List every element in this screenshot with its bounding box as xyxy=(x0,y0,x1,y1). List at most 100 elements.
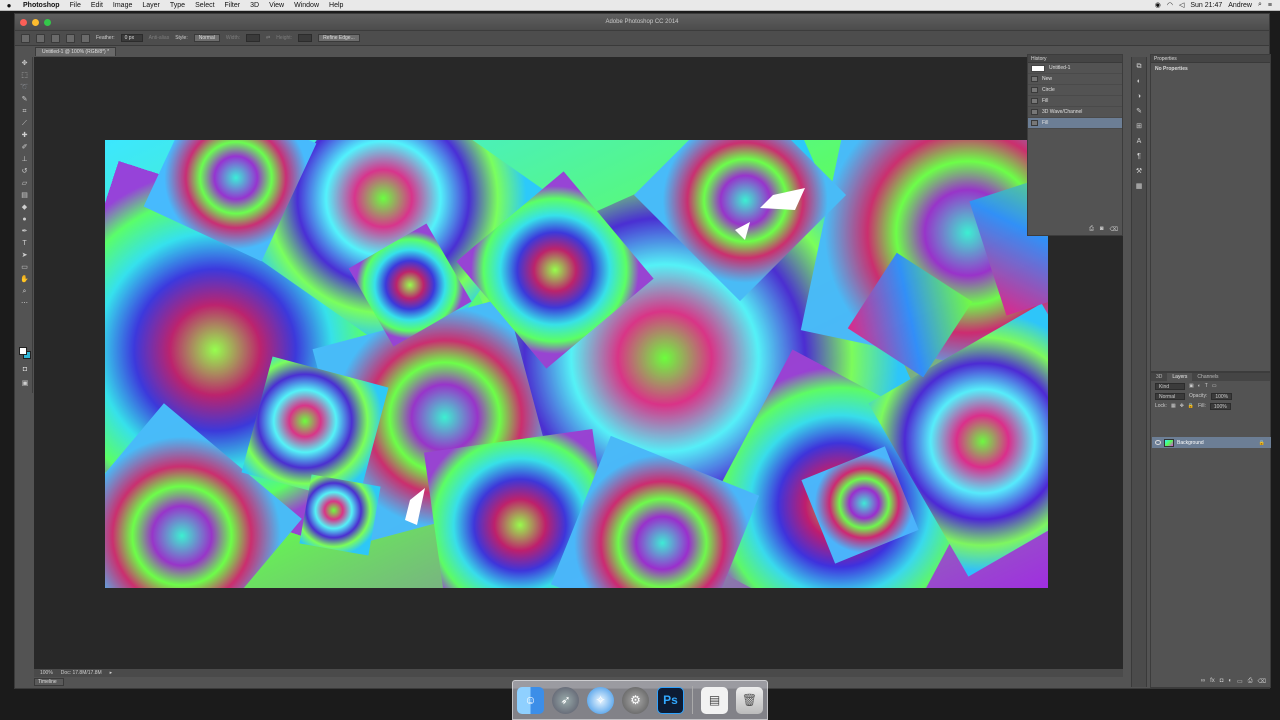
layer-mask-icon[interactable]: ◘ xyxy=(1220,678,1224,685)
swap-icon[interactable]: ⇄ xyxy=(266,35,270,41)
lock-all-icon[interactable]: 🔒 xyxy=(1188,403,1194,409)
finder-icon[interactable]: ☺ xyxy=(517,686,544,714)
wifi-icon[interactable]: ◠ xyxy=(1167,1,1173,9)
menu-filter[interactable]: Filter xyxy=(220,2,246,9)
system-preferences-icon[interactable]: ⚙ xyxy=(622,686,649,714)
doc-size[interactable]: Doc: 17.8M/17.8M xyxy=(61,670,102,676)
more-tools-icon[interactable]: ⋯ xyxy=(20,299,30,309)
document-tab[interactable]: Untitled-1 @ 100% (RGB/8*) * xyxy=(35,47,117,56)
spotlight-icon[interactable]: ⌕ xyxy=(1258,1,1262,9)
user-name[interactable]: Andrew xyxy=(1228,2,1252,9)
history-item[interactable]: 3D Wave/Channel xyxy=(1028,107,1122,118)
zoom-level[interactable]: 100% xyxy=(40,670,53,676)
trash-icon[interactable]: 🗑 xyxy=(736,686,763,714)
history-snapshot[interactable]: Untitled-1 xyxy=(1028,63,1122,74)
apple-menu-icon[interactable]: ● xyxy=(0,1,18,10)
adjustment-layer-icon[interactable]: ◐ xyxy=(1228,678,1232,685)
new-layer-icon[interactable]: ⎙ xyxy=(1248,678,1253,685)
safari-icon[interactable]: ✧ xyxy=(587,686,614,714)
quick-select-tool-icon[interactable]: ✎ xyxy=(20,95,30,105)
properties-panel-title[interactable]: Properties xyxy=(1151,55,1270,63)
history-item[interactable]: Circle xyxy=(1028,85,1122,96)
menu-type[interactable]: Type xyxy=(165,2,190,9)
height-input[interactable] xyxy=(298,34,313,42)
menu-edit[interactable]: Edit xyxy=(86,2,108,9)
eyedropper-tool-icon[interactable]: ⟋ xyxy=(20,119,30,129)
brush-tool-icon[interactable]: ✐ xyxy=(20,143,30,153)
new-selection-button[interactable] xyxy=(36,33,45,43)
tab-3d[interactable]: 3D xyxy=(1151,373,1167,381)
shape-tool-icon[interactable]: ▭ xyxy=(20,263,30,273)
gradient-tool-icon[interactable]: ▤ xyxy=(20,191,30,201)
blur-tool-icon[interactable]: ◆ xyxy=(20,203,30,213)
eraser-tool-icon[interactable]: ▱ xyxy=(20,179,30,189)
healing-tool-icon[interactable]: ✚ xyxy=(20,131,30,141)
history-item-selected[interactable]: Fill xyxy=(1028,118,1122,129)
clone-source-icon[interactable]: ⊞ xyxy=(1134,122,1144,132)
notification-center-icon[interactable]: ≡ xyxy=(1268,2,1272,9)
lock-position-icon[interactable]: ✥ xyxy=(1180,403,1184,409)
anti-alias-checkbox[interactable]: Anti-alias xyxy=(149,35,170,41)
camera-snapshot-icon[interactable]: ◙ xyxy=(1100,226,1104,233)
stamp-tool-icon[interactable]: ⊥ xyxy=(20,155,30,165)
history-panel-icon[interactable]: ⧉ xyxy=(1134,62,1144,72)
canvas-area[interactable] xyxy=(34,57,1123,669)
marquee-tool-icon[interactable]: ⬚ xyxy=(20,71,30,81)
layer-kind-select[interactable]: Kind xyxy=(1155,382,1185,390)
menu-help[interactable]: Help xyxy=(324,2,348,9)
filter-pixel-icon[interactable]: ▣ xyxy=(1189,383,1194,389)
history-item[interactable]: Fill xyxy=(1028,96,1122,107)
trash-icon[interactable]: ⌫ xyxy=(1110,226,1118,233)
subtract-selection-button[interactable] xyxy=(66,33,75,43)
menu-file[interactable]: File xyxy=(65,2,86,9)
brush-panel-icon[interactable]: ✎ xyxy=(1134,107,1144,117)
eye-visibility-icon[interactable] xyxy=(1155,440,1161,445)
color-panel-icon[interactable]: ◐ xyxy=(1134,77,1144,87)
link-layers-icon[interactable]: ∞ xyxy=(1201,678,1205,685)
fill-input[interactable]: 100% xyxy=(1209,402,1231,410)
history-brush-tool-icon[interactable]: ↺ xyxy=(20,167,30,177)
crop-tool-icon[interactable]: ⌗ xyxy=(20,107,30,117)
clock[interactable]: Sun 21:47 xyxy=(1190,2,1222,9)
layer-row-background[interactable]: Background 🔒 xyxy=(1152,437,1271,448)
status-arrow-icon[interactable]: ▸ xyxy=(110,670,113,676)
adjustments-icon[interactable]: ◑ xyxy=(1134,92,1144,102)
layer-style-icon[interactable]: fx xyxy=(1210,678,1215,685)
new-document-icon[interactable]: ⎙ xyxy=(1089,226,1094,233)
menu-window[interactable]: Window xyxy=(289,2,324,9)
menu-image[interactable]: Image xyxy=(108,2,137,9)
tool-presets-icon[interactable]: ⚒ xyxy=(1134,167,1144,177)
add-selection-button[interactable] xyxy=(51,33,60,43)
lock-pixels-icon[interactable]: ▦ xyxy=(1171,403,1176,409)
launchpad-icon[interactable]: ➶ xyxy=(552,686,579,714)
layer-name[interactable]: Background xyxy=(1177,440,1204,446)
group-icon[interactable]: ▭ xyxy=(1237,678,1243,685)
menu-layer[interactable]: Layer xyxy=(137,2,165,9)
style-select[interactable]: Normal xyxy=(193,34,220,42)
menu-select[interactable]: Select xyxy=(190,2,219,9)
hand-tool-icon[interactable]: ✋ xyxy=(20,275,30,285)
filter-shape-icon[interactable]: ▭ xyxy=(1212,383,1217,389)
menu-app-photoshop[interactable]: Photoshop xyxy=(18,2,65,9)
history-item[interactable]: New xyxy=(1028,74,1122,85)
filter-adjust-icon[interactable]: ◐ xyxy=(1198,383,1201,389)
zoom-tool-icon[interactable]: ⌕ xyxy=(20,287,30,297)
delete-layer-icon[interactable]: ⌫ xyxy=(1258,678,1266,685)
lasso-tool-icon[interactable]: ➰ xyxy=(20,83,30,93)
opacity-input[interactable]: 100% xyxy=(1211,392,1233,400)
filter-type-icon[interactable]: T xyxy=(1205,383,1208,389)
document-canvas[interactable] xyxy=(105,140,1048,588)
feather-input[interactable]: 0 px xyxy=(120,34,143,42)
tab-layers[interactable]: Layers xyxy=(1167,373,1193,381)
tool-preset-button[interactable] xyxy=(21,33,30,43)
volume-icon[interactable]: ◁ xyxy=(1179,1,1184,9)
swatches-icon[interactable]: ▦ xyxy=(1134,182,1144,192)
dodge-tool-icon[interactable]: ● xyxy=(20,215,30,225)
refine-edge-button[interactable]: Refine Edge... xyxy=(318,34,360,42)
creative-cloud-icon[interactable]: ◉ xyxy=(1155,1,1161,9)
type-tool-icon[interactable]: T xyxy=(20,239,30,249)
history-panel-title[interactable]: History xyxy=(1028,55,1122,63)
path-select-tool-icon[interactable]: ➤ xyxy=(20,251,30,261)
paragraph-panel-icon[interactable]: ¶ xyxy=(1134,152,1144,162)
tab-channels[interactable]: Channels xyxy=(1192,373,1223,381)
